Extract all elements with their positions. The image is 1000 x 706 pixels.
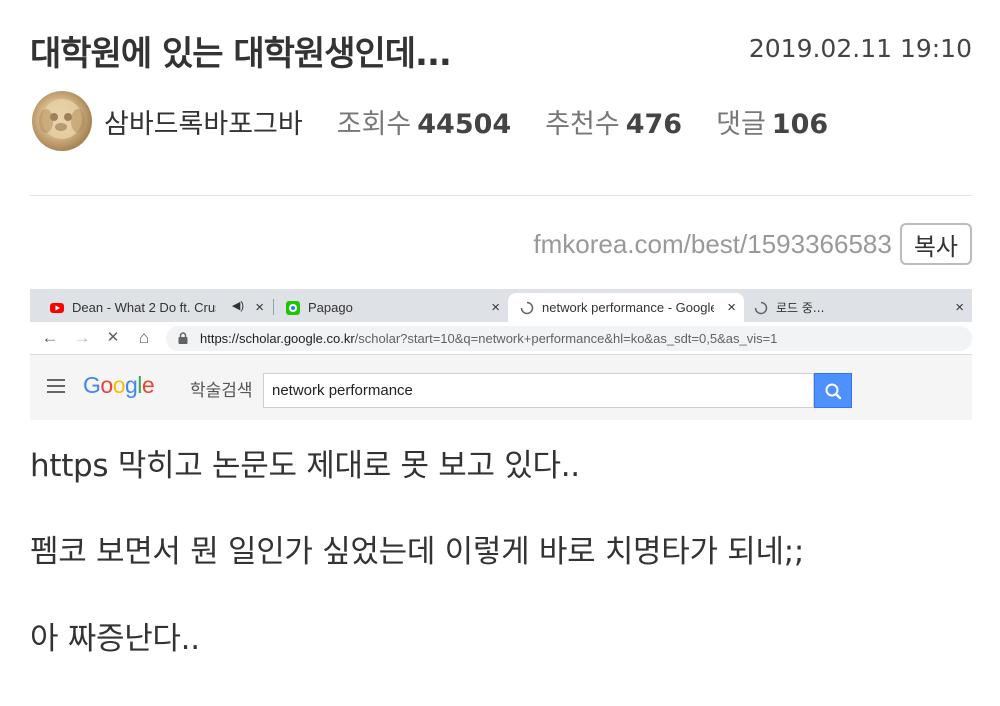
browser-tab-bar: Dean - What 2 Do ft. Crush ◀) × Papago ×… xyxy=(30,289,972,322)
tab-close-icon[interactable]: × xyxy=(491,299,500,316)
omnibox[interactable]: https://scholar.google.co.kr/scholar?sta… xyxy=(166,326,972,351)
tab-title: Dean - What 2 Do ft. Crush xyxy=(72,300,216,315)
recommend-count-value: 476 xyxy=(625,108,683,140)
browser-tab[interactable]: Dean - What 2 Do ft. Crush ◀) × xyxy=(36,293,272,322)
post-body-line: 아 짜증난다.. xyxy=(30,621,200,657)
search-button[interactable] xyxy=(814,373,852,408)
tab-title: Papago xyxy=(308,300,353,315)
youtube-icon xyxy=(50,302,64,313)
comment-count: 댓글 106 xyxy=(716,102,828,141)
divider xyxy=(30,195,972,196)
post-body-line: 펨코 보면서 뭔 일인가 싶었는데 이렇게 바로 치명타가 되네;; xyxy=(30,534,804,570)
tab-close-icon[interactable]: × xyxy=(955,299,964,316)
search-input[interactable] xyxy=(264,374,813,407)
stop-icon[interactable]: ✕ xyxy=(103,328,123,348)
post-body-line: https 막히고 논문도 제대로 못 보고 있다.. xyxy=(30,448,580,484)
short-url-row: fmkorea.com/best/1593366583 복사 xyxy=(533,222,972,266)
post-header: 대학원에 있는 대학원생인데... 2019.02.11 19:10 xyxy=(30,26,972,74)
papago-icon xyxy=(286,300,300,315)
tab-close-icon[interactable]: × xyxy=(727,299,736,316)
post-title: 대학원에 있는 대학원생인데... xyxy=(30,34,452,74)
tab-title: network performance - Google xyxy=(542,300,714,315)
avatar[interactable] xyxy=(32,91,92,151)
recommend-count-label: 추천수 xyxy=(545,108,620,140)
view-count: 조회수 44504 xyxy=(337,102,511,141)
scholar-label: 학술검색 xyxy=(190,381,253,401)
browser-tab-active[interactable]: network performance - Google × xyxy=(508,293,744,322)
post-date: 2019.02.11 19:10 xyxy=(748,34,972,63)
url-path: /scholar?start=10&q=network+performance&… xyxy=(354,331,778,346)
post-meta: 삼바드록바포그바 조회수 44504 추천수 476 댓글 106 xyxy=(32,91,972,151)
audio-icon: ◀) xyxy=(231,300,244,312)
url-text: https://scholar.google.co.kr/scholar?sta… xyxy=(200,331,777,346)
tab-title: 로드 중... xyxy=(776,301,825,315)
scholar-header: Google 학술검색 xyxy=(30,355,972,420)
copy-button[interactable]: 복사 xyxy=(899,223,972,265)
browser-tab[interactable]: 로드 중... × xyxy=(744,293,972,322)
view-count-label: 조회수 xyxy=(336,108,412,140)
forward-icon[interactable]: → xyxy=(72,328,92,348)
menu-icon[interactable] xyxy=(47,379,65,393)
google-logo[interactable]: Google xyxy=(83,372,155,399)
loading-icon xyxy=(754,301,768,314)
short-url[interactable]: fmkorea.com/best/1593366583 xyxy=(533,229,891,260)
author-name[interactable]: 삼바드록바포그바 xyxy=(104,102,303,141)
tab-close-icon[interactable]: × xyxy=(255,299,264,316)
embedded-screenshot: Dean - What 2 Do ft. Crush ◀) × Papago ×… xyxy=(30,289,972,420)
url-host: https://scholar.google.co.kr xyxy=(200,331,355,346)
address-bar: ← → ✕ ⌂ https://scholar.google.co.kr/sch… xyxy=(30,322,972,355)
browser-tab[interactable]: Papago × xyxy=(274,293,508,322)
lock-icon xyxy=(178,332,188,344)
search-icon xyxy=(825,383,842,400)
recommend-count: 추천수 476 xyxy=(545,102,682,141)
comment-count-label: 댓글 xyxy=(716,108,766,140)
back-icon[interactable]: ← xyxy=(40,328,60,348)
avatar-image xyxy=(39,99,85,139)
search-box xyxy=(263,373,814,408)
comment-count-value: 106 xyxy=(771,108,829,140)
home-icon[interactable]: ⌂ xyxy=(134,328,154,348)
loading-icon xyxy=(520,301,534,314)
view-count-value: 44504 xyxy=(417,108,512,140)
